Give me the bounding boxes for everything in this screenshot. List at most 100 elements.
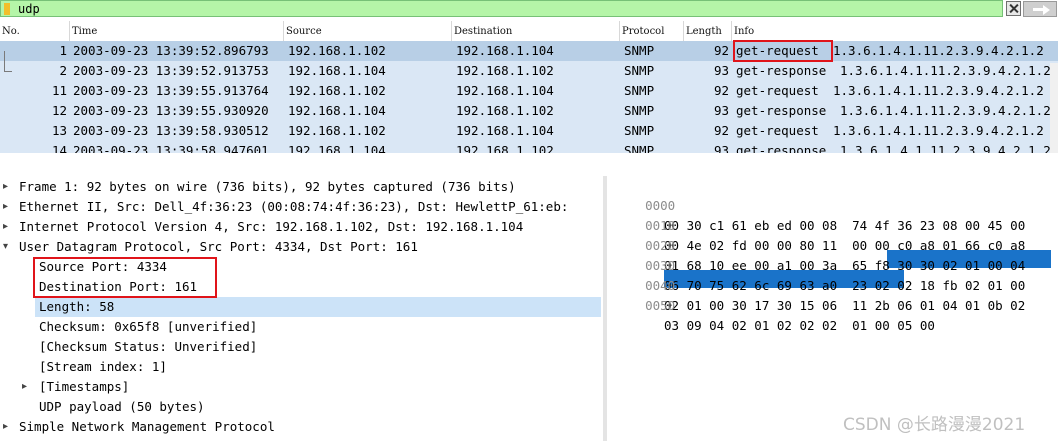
clear-filter-icon[interactable] bbox=[1006, 1, 1021, 16]
packet-details-pane: ▸ Frame 1: 92 bytes on wire (736 bits), … bbox=[0, 176, 603, 441]
bookmark-icon[interactable] bbox=[4, 3, 10, 15]
column-header-destination[interactable]: Destination bbox=[452, 21, 620, 42]
hex-bytes: 00 4e 02 fd 00 00 80 11 00 00 c0 a8 01 6… bbox=[664, 238, 1026, 253]
column-header-info[interactable]: Info bbox=[732, 21, 1058, 42]
packet-list-vertical-scrollbar[interactable] bbox=[1050, 63, 1058, 153]
hex-row[interactable]: 0040 02 01 00 30 17 30 15 06 11 2b 06 01… bbox=[615, 256, 1025, 313]
packet-destination: 192.168.1.104 bbox=[456, 43, 554, 58]
detail-row-ip[interactable]: ▸ Internet Protocol Version 4, Src: 192.… bbox=[0, 217, 603, 237]
packet-source: 192.168.1.102 bbox=[288, 83, 386, 98]
packet-length: 93 bbox=[713, 143, 729, 153]
expand-arrow-icon[interactable]: ▸ bbox=[3, 217, 8, 237]
packet-info-oid: 1.3.6.1.4.1.11.2.3.9.4.2.1.2 bbox=[833, 123, 1044, 138]
packet-protocol: SNMP bbox=[624, 83, 655, 98]
packet-destination: 192.168.1.104 bbox=[456, 123, 554, 138]
packet-length: 92 bbox=[713, 43, 729, 58]
packet-source: 192.168.1.104 bbox=[288, 143, 386, 153]
detail-text: Frame 1: 92 bytes on wire (736 bits), 92… bbox=[19, 179, 516, 194]
hex-row[interactable]: 0020 01 68 10 ee 00 a1 00 3a 65 f8 30 30… bbox=[615, 216, 1025, 273]
packet-source: 192.168.1.104 bbox=[288, 103, 386, 118]
detail-text: Ethernet II, Src: Dell_4f:36:23 (00:08:7… bbox=[19, 199, 569, 214]
packet-destination: 192.168.1.104 bbox=[456, 83, 554, 98]
expand-arrow-icon[interactable]: ▸ bbox=[3, 177, 8, 197]
annotation-box-get-request bbox=[733, 40, 833, 62]
packet-no: 12 bbox=[51, 103, 67, 118]
detail-row-length[interactable]: Length: 58 bbox=[35, 297, 601, 317]
column-header-time[interactable]: Time bbox=[70, 21, 284, 42]
packet-source: 192.168.1.104 bbox=[288, 63, 386, 78]
detail-text: [Checksum Status: Unverified] bbox=[39, 339, 258, 354]
hex-offset: 0050 bbox=[645, 298, 676, 313]
detail-text: [Stream index: 1] bbox=[39, 359, 167, 374]
detail-row-stream-index[interactable]: [Stream index: 1] bbox=[39, 357, 167, 377]
packet-protocol: SNMP bbox=[624, 103, 655, 118]
detail-row-snmp[interactable]: ▸ Simple Network Management Protocol bbox=[0, 417, 603, 437]
packet-time: 2003-09-23 13:39:58.930512 bbox=[73, 123, 269, 138]
hex-bytes: 02 01 00 30 17 30 15 06 11 2b 06 01 04 0… bbox=[664, 298, 1026, 313]
detail-text: Simple Network Management Protocol bbox=[19, 419, 275, 434]
hex-bytes: 01 68 10 ee 00 a1 00 3a 65 f8 30 30 02 0… bbox=[664, 258, 1026, 273]
display-filter-bar: udp bbox=[0, 0, 1058, 19]
hex-bytes: 00 30 c1 61 eb ed 00 08 74 4f 36 23 08 0… bbox=[664, 218, 1026, 233]
column-header-protocol[interactable]: Protocol bbox=[620, 21, 684, 42]
packet-time: 2003-09-23 13:39:58.947601 bbox=[73, 143, 269, 153]
hex-row[interactable]: 0010 00 4e 02 fd 00 00 80 11 00 00 c0 a8… bbox=[615, 196, 1025, 253]
packet-no: 11 bbox=[51, 83, 67, 98]
packet-protocol: SNMP bbox=[624, 43, 655, 58]
collapse-arrow-icon[interactable]: ▾ bbox=[3, 237, 8, 257]
detail-row-checksum-status[interactable]: [Checksum Status: Unverified] bbox=[39, 337, 257, 357]
expand-arrow-icon[interactable]: ▸ bbox=[22, 377, 27, 397]
packet-destination: 192.168.1.102 bbox=[456, 103, 554, 118]
hex-bytes: 06 70 75 62 6c 69 63 a0 23 02 02 18 fb 0… bbox=[664, 278, 1026, 293]
packet-info-type: get-response bbox=[736, 63, 827, 78]
packet-row[interactable]: 12 2003-09-23 13:39:55.930920 192.168.1.… bbox=[0, 101, 1058, 121]
packet-info-type: get-request bbox=[736, 83, 819, 98]
packet-info-type: get-response bbox=[736, 143, 827, 153]
column-header-source[interactable]: Source bbox=[284, 21, 452, 42]
display-filter-input[interactable]: udp bbox=[0, 0, 1003, 17]
hex-bytes: 03 09 04 02 01 02 02 02 01 00 05 00 bbox=[664, 318, 935, 333]
packet-source: 192.168.1.102 bbox=[288, 123, 386, 138]
hex-row[interactable]: 0030 06 70 75 62 6c 69 63 a0 23 02 02 18… bbox=[615, 236, 1025, 293]
hex-row[interactable]: 0000 00 30 c1 61 eb ed 00 08 74 4f 36 23… bbox=[615, 176, 1025, 233]
packet-info-oid: 1.3.6.1.4.1.11.2.3.9.4.2.1.2 bbox=[840, 63, 1051, 78]
packet-row[interactable]: 13 2003-09-23 13:39:58.930512 192.168.1.… bbox=[0, 121, 1058, 141]
detail-row-udp-payload[interactable]: UDP payload (50 bytes) bbox=[39, 397, 205, 417]
column-header-length[interactable]: Length bbox=[684, 21, 732, 42]
apply-filter-icon[interactable] bbox=[1023, 1, 1057, 17]
packet-length: 92 bbox=[713, 83, 729, 98]
hex-row[interactable]: 0050 03 09 04 02 01 02 02 02 01 00 05 00 bbox=[615, 276, 935, 333]
packet-row[interactable]: 11 2003-09-23 13:39:55.913764 192.168.1.… bbox=[0, 81, 1058, 101]
detail-row-udp[interactable]: ▾ User Datagram Protocol, Src Port: 4334… bbox=[0, 237, 603, 257]
packet-no: 14 bbox=[51, 143, 67, 153]
packet-length: 93 bbox=[713, 63, 729, 78]
packet-info-type: get-response bbox=[736, 103, 827, 118]
column-headers: No. Time Source Destination Protocol Len… bbox=[0, 21, 1058, 43]
packet-time: 2003-09-23 13:39:52.913753 bbox=[73, 63, 269, 78]
expand-arrow-icon[interactable]: ▸ bbox=[3, 197, 8, 217]
packet-row[interactable]: 1 2003-09-23 13:39:52.896793 192.168.1.1… bbox=[0, 41, 1058, 61]
packet-no: 13 bbox=[51, 123, 67, 138]
detail-row-checksum[interactable]: Checksum: 0x65f8 [unverified] bbox=[39, 317, 257, 337]
detail-row-timestamps[interactable]: ▸ [Timestamps] bbox=[0, 377, 603, 397]
detail-text: Checksum: 0x65f8 [unverified] bbox=[39, 319, 258, 334]
packet-destination: 192.168.1.102 bbox=[456, 63, 554, 78]
packet-info-type: get-request bbox=[736, 123, 819, 138]
packet-info-oid: 1.3.6.1.4.1.11.2.3.9.4.2.1.2 bbox=[833, 43, 1044, 58]
detail-text: User Datagram Protocol, Src Port: 4334, … bbox=[19, 239, 418, 254]
detail-text: UDP payload (50 bytes) bbox=[39, 399, 205, 414]
packet-no: 1 bbox=[59, 43, 67, 58]
detail-row-ethernet[interactable]: ▸ Ethernet II, Src: Dell_4f:36:23 (00:08… bbox=[0, 197, 603, 217]
column-header-no[interactable]: No. bbox=[0, 21, 70, 42]
packet-time: 2003-09-23 13:39:55.930920 bbox=[73, 103, 269, 118]
packet-row[interactable]: 2 2003-09-23 13:39:52.913753 192.168.1.1… bbox=[0, 61, 1058, 81]
expand-arrow-icon[interactable]: ▸ bbox=[3, 417, 8, 437]
packet-protocol: SNMP bbox=[624, 143, 655, 153]
detail-text: Internet Protocol Version 4, Src: 192.16… bbox=[19, 219, 524, 234]
packet-no: 2 bbox=[59, 63, 67, 78]
packet-row[interactable]: 14 2003-09-23 13:39:58.947601 192.168.1.… bbox=[0, 141, 1058, 153]
packet-protocol: SNMP bbox=[624, 123, 655, 138]
packet-protocol: SNMP bbox=[624, 63, 655, 78]
packet-time: 2003-09-23 13:39:55.913764 bbox=[73, 83, 269, 98]
detail-row-frame[interactable]: ▸ Frame 1: 92 bytes on wire (736 bits), … bbox=[0, 177, 603, 197]
